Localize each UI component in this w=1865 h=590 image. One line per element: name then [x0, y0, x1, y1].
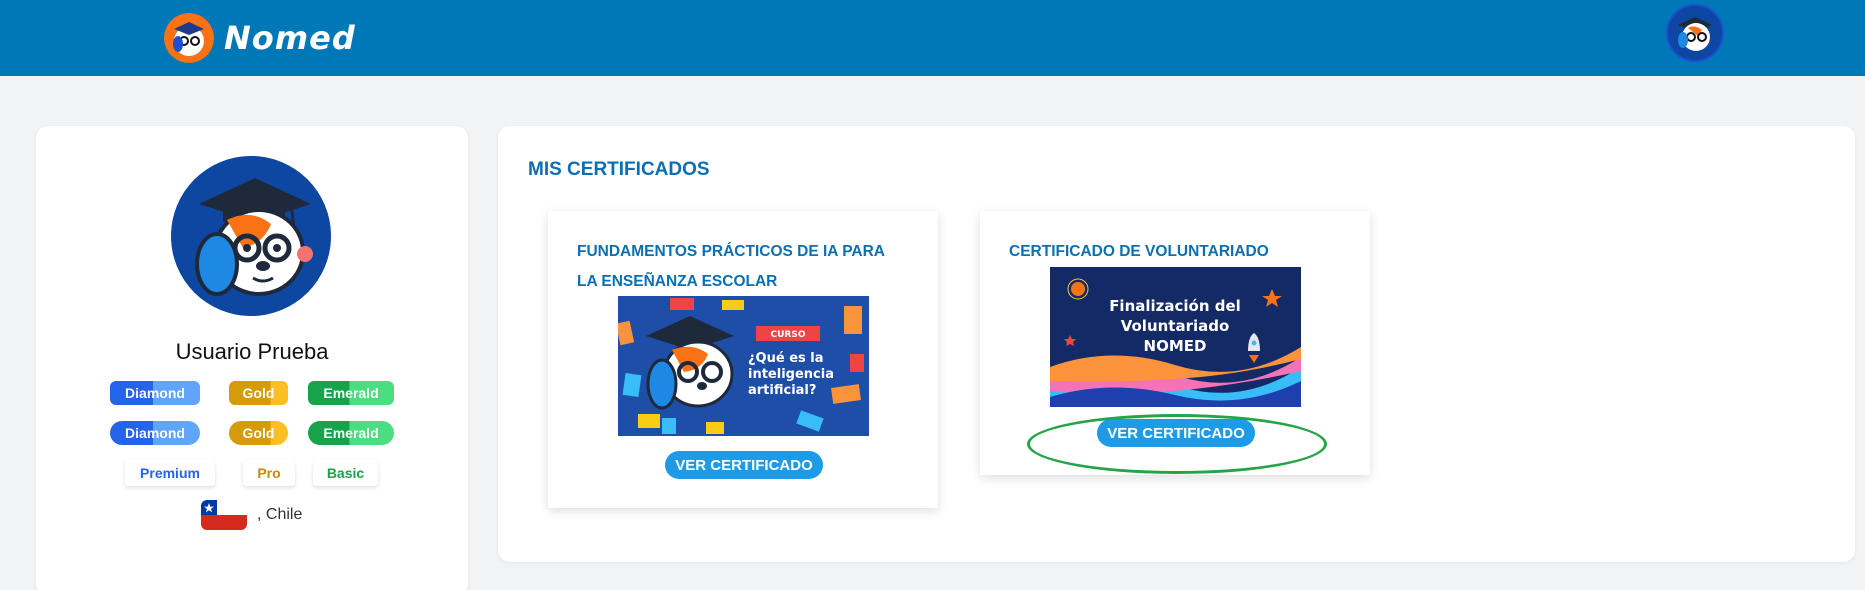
- badge-diamond: Diamond: [110, 381, 200, 405]
- chile-flag-icon: [201, 500, 247, 530]
- profile-location: , Chile: [201, 500, 302, 530]
- badge-gold-rounded: Gold: [229, 421, 288, 445]
- certificates-panel: MIS CERTIFICADOS FUNDAMENTOS PRÁCTICOS D…: [498, 126, 1855, 562]
- view-certificate-button[interactable]: VER CERTIFICADO: [665, 451, 823, 479]
- thumbnail-line2: Voluntariado: [1121, 317, 1230, 335]
- certificate-title: FUNDAMENTOS PRÁCTICOS DE IA PARA: [577, 243, 886, 260]
- highlight-annotation: [1027, 414, 1327, 474]
- certificate-title-line2: LA ENSEÑANZA ESCOLAR: [577, 273, 778, 290]
- profile-avatar: [171, 156, 331, 316]
- country-label: , Chile: [257, 506, 303, 523]
- dog-mascot-icon: [171, 156, 331, 316]
- tier-pro: Pro: [243, 460, 295, 486]
- thumbnail-tag: CURSO: [771, 330, 806, 340]
- thumbnail-line2: inteligencia: [748, 367, 834, 382]
- thumbnail-line1: Finalización del: [1109, 297, 1241, 315]
- user-avatar-button[interactable]: [1666, 4, 1724, 62]
- dog-mascot-icon: [164, 13, 214, 63]
- tier-basic: Basic: [313, 460, 378, 486]
- dog-mascot-icon: [1668, 6, 1722, 60]
- top-navbar: Nomed: [0, 0, 1865, 76]
- brand-logo[interactable]: Nomed: [164, 10, 356, 66]
- course-thumbnail: CURSO ¿Qué es la inteligencia artificial…: [618, 296, 869, 436]
- thumbnail-line3: NOMED: [1144, 337, 1207, 355]
- certificate-title: CERTIFICADO DE VOLUNTARIADO: [1009, 243, 1269, 260]
- profile-card: Usuario Prueba Diamond Gold Emerald Diam…: [36, 126, 468, 590]
- brand-name: Nomed: [224, 19, 356, 57]
- badge-emerald: Emerald: [308, 381, 394, 405]
- badge-gold: Gold: [229, 381, 288, 405]
- profile-name: Usuario Prueba: [175, 339, 329, 364]
- section-title: MIS CERTIFICADOS: [528, 159, 710, 180]
- badge-diamond-rounded: Diamond: [110, 421, 200, 445]
- thumbnail-line3: artificial?: [748, 383, 816, 398]
- certificate-card: FUNDAMENTOS PRÁCTICOS DE IA PARA LA ENSE…: [548, 211, 938, 508]
- tier-premium: Premium: [125, 460, 215, 486]
- volunteer-thumbnail: Finalización del Voluntariado NOMED: [1050, 267, 1301, 407]
- thumbnail-line1: ¿Qué es la: [748, 351, 824, 366]
- badge-emerald-rounded: Emerald: [308, 421, 394, 445]
